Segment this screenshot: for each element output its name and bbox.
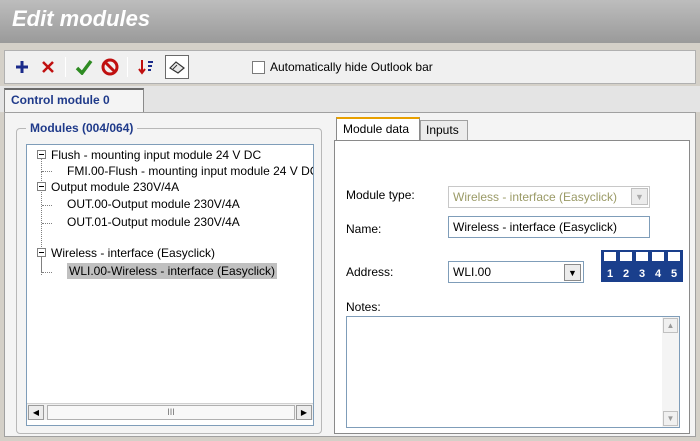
- name-input[interactable]: Wireless - interface (Easyclick): [448, 216, 650, 238]
- tab-module-data-label: Module data: [343, 122, 410, 136]
- plus-icon[interactable]: [11, 56, 33, 78]
- x-icon[interactable]: [37, 56, 59, 78]
- dip-number: 3: [638, 268, 646, 280]
- scroll-up-icon[interactable]: ▲: [663, 318, 678, 333]
- toolbar: Automatically hide Outlook bar: [4, 50, 696, 84]
- collapse-icon[interactable]: [37, 150, 46, 159]
- title-bar: Edit modules: [0, 0, 700, 43]
- tree-line: [42, 171, 52, 172]
- tree-item-flush-group[interactable]: Flush - mounting input module 24 V DC: [51, 147, 261, 163]
- dip-switch: [620, 252, 632, 268]
- collapse-icon[interactable]: [37, 182, 46, 191]
- tree-item-out00[interactable]: OUT.00-Output module 230V/4A: [67, 196, 240, 212]
- tree-item-wireless-group[interactable]: Wireless - interface (Easyclick): [51, 245, 215, 261]
- dip-number: 2: [622, 268, 630, 280]
- modules-group-title: Modules (004/064): [26, 121, 138, 135]
- collapse-icon[interactable]: [37, 248, 46, 257]
- dip-switch: [652, 252, 664, 268]
- scroll-thumb[interactable]: III: [47, 405, 295, 420]
- dip-switch: [636, 252, 648, 268]
- scroll-right-icon[interactable]: ▶: [296, 405, 312, 420]
- tree-line: [41, 172, 42, 219]
- sort-icon[interactable]: [135, 56, 157, 78]
- toolbar-separator: [65, 57, 66, 77]
- tree-item-out01[interactable]: OUT.01-Output module 230V/4A: [67, 214, 240, 230]
- tree-line: [42, 223, 52, 224]
- scroll-down-icon[interactable]: ▼: [663, 411, 678, 426]
- dip-switch: [604, 252, 616, 268]
- chevron-down-icon: ▼: [631, 188, 648, 205]
- tab-control-module-label: Control module 0: [11, 93, 110, 107]
- tree-item-wli00[interactable]: WLI.00-Wireless - interface (Easyclick): [67, 263, 278, 279]
- tree-line: [42, 272, 52, 273]
- dip-number: 1: [606, 268, 614, 280]
- toolbar-separator: [127, 57, 128, 77]
- address-label: Address:: [346, 265, 394, 279]
- dip-number: 5: [670, 268, 678, 280]
- eraser-icon[interactable]: [165, 55, 189, 79]
- tab-inputs[interactable]: Inputs: [420, 120, 468, 140]
- dip-switch: [668, 252, 680, 268]
- auto-hide-checkbox[interactable]: [252, 61, 265, 74]
- tree-line: [42, 205, 52, 206]
- tab-inputs-label: Inputs: [426, 123, 459, 137]
- chevron-down-icon[interactable]: ▼: [564, 264, 581, 281]
- horizontal-scrollbar[interactable]: ◀ III ▶: [27, 403, 313, 420]
- module-type-label: Module type:: [346, 188, 415, 202]
- notes-label: Notes:: [346, 300, 381, 314]
- tree-item-output-group[interactable]: Output module 230V/4A: [51, 179, 179, 195]
- auto-hide-label: Automatically hide Outlook bar: [270, 60, 433, 74]
- notes-scrollbar[interactable]: ▲ ▼: [662, 317, 679, 427]
- tab-control-module[interactable]: Control module 0: [4, 88, 144, 112]
- scroll-left-icon[interactable]: ◀: [28, 405, 44, 420]
- name-label: Name:: [346, 222, 382, 236]
- dip-number: 4: [654, 268, 662, 280]
- checkmark-icon[interactable]: [73, 56, 95, 78]
- dip-switch-icon: 1 2 3 4 5: [601, 250, 683, 282]
- cancel-icon[interactable]: [99, 56, 121, 78]
- window-title: Edit modules: [12, 6, 151, 31]
- module-type-combo: Wireless - interface (Easyclick): [448, 186, 650, 208]
- tree-item-fmi00[interactable]: FMI.00-Flush - mounting input module 24 …: [67, 163, 313, 179]
- notes-textarea[interactable]: ▲ ▼: [346, 316, 680, 428]
- module-tree[interactable]: Flush - mounting input module 24 V DC FM…: [26, 144, 314, 426]
- tab-module-data[interactable]: Module data: [336, 117, 420, 140]
